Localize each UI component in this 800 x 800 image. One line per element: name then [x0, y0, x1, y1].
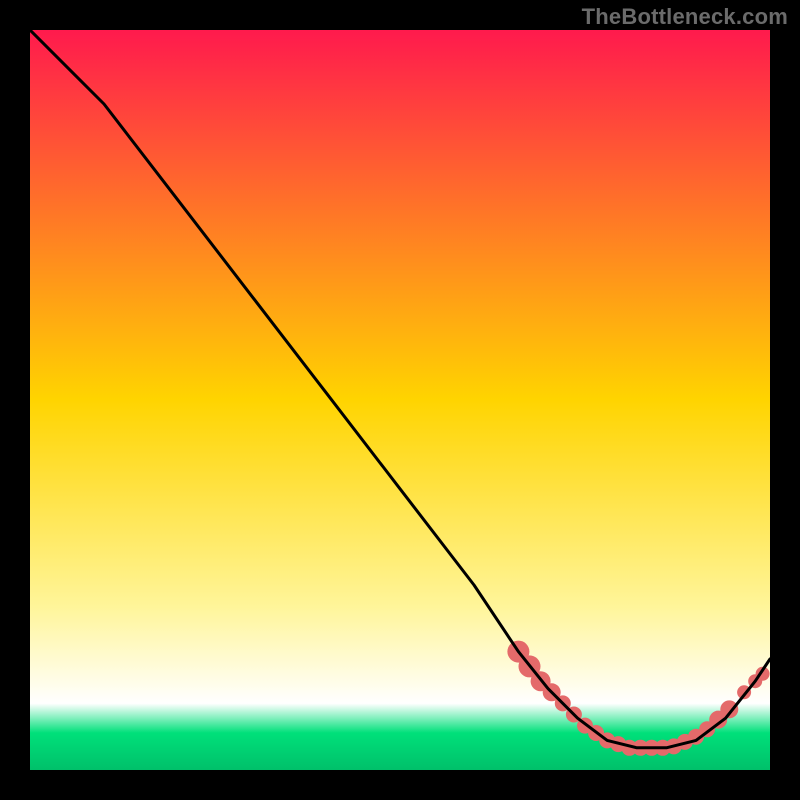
gradient-background [30, 30, 770, 770]
plot-area [30, 30, 770, 770]
watermark-text: TheBottleneck.com [582, 4, 788, 30]
chart-root: TheBottleneck.com [0, 0, 800, 800]
plot-svg [30, 30, 770, 770]
